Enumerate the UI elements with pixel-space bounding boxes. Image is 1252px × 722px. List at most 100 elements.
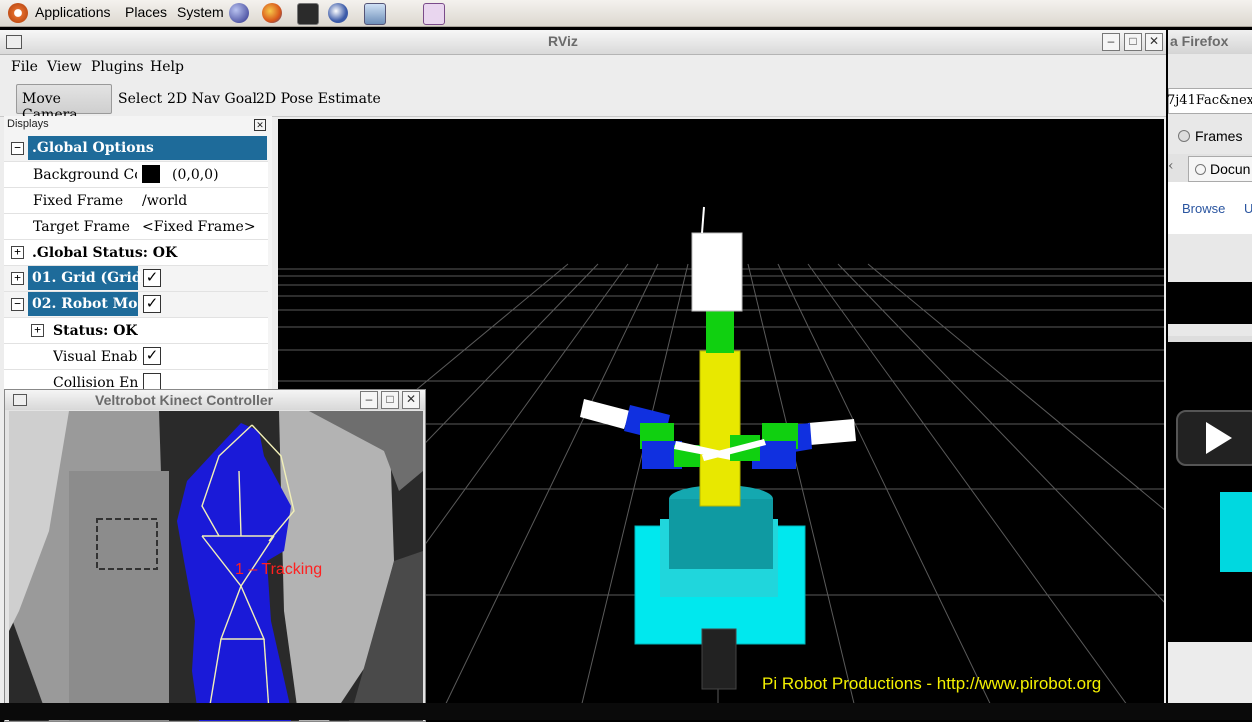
terminal-icon[interactable] xyxy=(297,3,319,25)
ubuntu-logo-icon[interactable] xyxy=(8,3,28,23)
url-text: 7j41Fac&next xyxy=(1168,93,1252,108)
radio-icon xyxy=(1195,164,1206,175)
global-status-row[interactable]: + .Global Status: OK xyxy=(4,240,268,266)
visual-enabled-row[interactable]: Visual Enable ✓ xyxy=(4,344,268,370)
window-menu-icon[interactable] xyxy=(13,394,27,406)
grid-enabled-checkbox[interactable]: ✓ xyxy=(143,269,161,287)
firefox-window: a Firefox 7j41Fac&next Frames ‹ Docun Br… xyxy=(1168,30,1252,720)
window-menu-icon[interactable] xyxy=(6,35,22,49)
fixed-frame-value[interactable]: /world xyxy=(142,193,187,209)
editor-icon[interactable] xyxy=(423,3,445,25)
fixed-frame-row[interactable]: Fixed Frame /world xyxy=(4,188,268,214)
menu-plugins[interactable]: Plugins xyxy=(91,59,144,75)
firefox-titlebar[interactable]: a Firefox xyxy=(1168,30,1252,54)
firefox-title: a Firefox xyxy=(1170,33,1229,49)
grid-label-box: 01. Grid (Grid) xyxy=(28,266,148,290)
depth-svg xyxy=(9,411,423,721)
robot-model xyxy=(580,206,856,690)
kinect-titlebar[interactable]: Veltrobot Kinect Controller – □ ✕ xyxy=(5,390,425,410)
close-panel-icon[interactable]: ✕ xyxy=(254,119,266,131)
maximize-icon[interactable]: □ xyxy=(1124,33,1142,51)
robot-hip xyxy=(669,499,773,569)
minimize-icon[interactable]: – xyxy=(360,391,378,409)
video-banner xyxy=(1168,282,1252,324)
global-options-row[interactable]: − .Global Options xyxy=(4,136,268,162)
applications-menu[interactable]: Applications xyxy=(35,4,111,20)
robot-model-enabled-checkbox[interactable]: ✓ xyxy=(143,295,161,313)
robot-antenna xyxy=(701,206,705,234)
robot-model-row[interactable]: − 02. Robot Mode ✓ xyxy=(4,292,268,318)
video-player[interactable] xyxy=(1168,336,1252,642)
grid-display-row[interactable]: + 01. Grid (Grid) ✓ xyxy=(4,266,268,292)
u-link[interactable]: U xyxy=(1244,201,1252,216)
minimize-icon[interactable]: – xyxy=(1102,33,1120,51)
robot-thumbnail xyxy=(1220,492,1252,572)
depth-image: 1 – Tracking xyxy=(9,411,423,721)
menu-file[interactable]: File xyxy=(11,59,38,75)
background-color-row[interactable]: Background Colc (0,0,0) xyxy=(4,162,268,188)
menu-view[interactable]: View xyxy=(47,59,82,75)
background-color-value[interactable]: (0,0,0) xyxy=(172,167,219,183)
rviz-title: RViz xyxy=(548,33,578,49)
eclipse-icon[interactable] xyxy=(328,3,348,23)
displays-title: Displays xyxy=(7,118,49,130)
menu-help[interactable]: Help xyxy=(150,59,184,75)
status-label: Status: OK xyxy=(53,323,138,339)
robot-neck xyxy=(706,311,734,353)
global-status-label: .Global Status: OK xyxy=(32,245,178,261)
tab-back-arrow-icon[interactable]: ‹ xyxy=(1168,158,1174,174)
globe-icon[interactable] xyxy=(229,3,249,23)
menubar: File View Plugins Help xyxy=(0,55,1166,79)
robot-head xyxy=(691,232,743,312)
credit-text: Pi Robot Productions - http://www.pirobo… xyxy=(762,674,1102,693)
document-tab[interactable]: Docun xyxy=(1188,156,1252,182)
target-frame-label: Target Frame xyxy=(33,219,130,235)
tracking-label: 1 – Tracking xyxy=(235,561,323,578)
collapse-icon[interactable]: − xyxy=(11,142,24,155)
robot-torso xyxy=(699,350,741,507)
close-icon[interactable]: ✕ xyxy=(402,391,420,409)
radio-icon[interactable] xyxy=(1178,130,1190,142)
color-swatch[interactable] xyxy=(142,165,160,183)
firefox-icon[interactable] xyxy=(262,3,282,23)
robot-model-label-box: 02. Robot Mode xyxy=(28,292,138,316)
close-icon[interactable]: ✕ xyxy=(1145,33,1163,51)
kinect-controller-window: Veltrobot Kinect Controller – □ ✕ 1 – Tr… xyxy=(4,389,426,722)
toolbar: Move Camera Select 2D Nav Goal 2D Pose E… xyxy=(0,80,1166,123)
move-camera-button[interactable]: Move Camera xyxy=(16,84,112,123)
rviz-titlebar[interactable]: RViz – □ ✕ xyxy=(0,30,1166,55)
fixed-frame-label: Fixed Frame xyxy=(33,193,124,209)
visual-enabled-label: Visual Enable xyxy=(53,349,138,365)
background-color-label: Background Colc xyxy=(33,167,137,183)
browse-link[interactable]: Browse xyxy=(1182,201,1225,216)
bottom-bar xyxy=(0,703,1252,720)
visual-enabled-checkbox[interactable]: ✓ xyxy=(143,347,161,365)
grid-label: 01. Grid (Grid) xyxy=(32,270,149,286)
expand-icon[interactable]: + xyxy=(31,324,44,337)
network-icon[interactable] xyxy=(364,3,386,25)
displays-header: Displays ✕ xyxy=(4,116,270,134)
system-menu[interactable]: System xyxy=(177,4,224,20)
robot-model-label: 02. Robot Mode xyxy=(32,296,138,312)
pose-estimate-tool-button[interactable]: 2D Pose Estimate xyxy=(256,91,381,107)
nav-goal-tool-button[interactable]: 2D Nav Goal xyxy=(167,91,257,107)
url-bar[interactable]: 7j41Fac&next xyxy=(1168,88,1252,114)
expand-icon[interactable]: + xyxy=(11,246,24,259)
select-tool-button[interactable]: Select xyxy=(118,91,162,107)
places-menu[interactable]: Places xyxy=(125,4,167,20)
target-frame-value[interactable]: <Fixed Frame> xyxy=(142,219,256,235)
global-options-label-box: .Global Options xyxy=(28,136,267,160)
target-frame-row[interactable]: Target Frame <Fixed Frame> xyxy=(4,214,268,240)
status-row[interactable]: + Status: OK xyxy=(4,318,268,344)
robot-foot xyxy=(701,628,737,690)
document-tab-label: Docun xyxy=(1210,161,1251,177)
global-options-label: .Global Options xyxy=(32,140,154,156)
top-panel: Applications Places System xyxy=(0,0,1252,27)
expand-icon[interactable]: + xyxy=(11,272,24,285)
maximize-icon[interactable]: □ xyxy=(381,391,399,409)
tab-strip: ‹ Docun xyxy=(1168,154,1252,182)
frames-label[interactable]: Frames xyxy=(1195,128,1242,144)
play-icon xyxy=(1206,422,1232,454)
collapse-icon[interactable]: − xyxy=(11,298,24,311)
play-button[interactable] xyxy=(1176,410,1252,466)
